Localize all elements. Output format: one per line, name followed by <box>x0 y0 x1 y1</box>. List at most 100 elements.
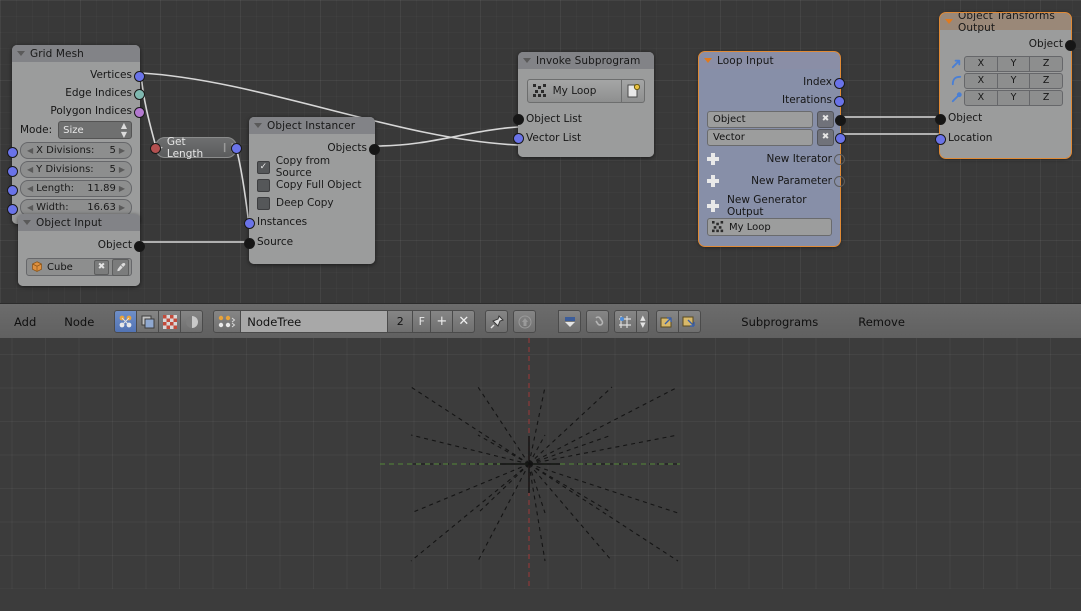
socket-new-iterator[interactable] <box>834 154 845 165</box>
node-object-transforms-output[interactable]: Object Transforms Output Object X Y Z X … <box>935 10 1076 159</box>
checker-texture-icon[interactable] <box>159 310 182 333</box>
fake-user-button[interactable]: F <box>413 310 432 333</box>
new-node-tree-button[interactable]: + <box>431 310 454 333</box>
socket-objects-out[interactable] <box>369 143 380 155</box>
socket-y-divisions[interactable] <box>7 165 18 177</box>
node-loop-input[interactable]: Loop Input Index Iterations Object ✖ Vec… <box>698 51 846 247</box>
arrow-left-icon[interactable]: ◀ <box>27 165 33 174</box>
node-header-object-input[interactable]: Object Input <box>18 214 140 231</box>
checkbox-copy-from-source[interactable]: Copy from Source <box>249 155 375 179</box>
field-x-divisions[interactable]: ◀ X Divisions: 5 ▶ <box>20 142 132 159</box>
object-picker[interactable]: Cube ✖ <box>26 258 132 276</box>
node-get-length[interactable]: ▶ Get Length ❙❙ <box>150 136 242 160</box>
socket-polygon-indices[interactable] <box>134 106 145 118</box>
users-count[interactable]: 2 <box>388 310 414 333</box>
collapse-triangle-icon[interactable] <box>254 123 262 128</box>
node-object-input[interactable]: Object Input Object Cube ✖ <box>18 214 145 286</box>
node-object-instancer[interactable]: Object Instancer Objects Copy from Sourc… <box>244 117 380 264</box>
scale-z-toggle[interactable]: Z <box>1029 89 1064 106</box>
arrow-left-icon[interactable]: ◀ <box>27 203 33 212</box>
loc-z-toggle[interactable]: Z <box>1029 55 1064 72</box>
3d-viewport[interactable] <box>0 338 1081 611</box>
subprogram-button[interactable]: My Loop <box>527 79 622 103</box>
socket-index[interactable] <box>834 77 845 89</box>
field-y-divisions[interactable]: ◀ Y Divisions: 5 ▶ <box>20 161 132 178</box>
node-editor-toolbar[interactable]: Add Node NodeTree 2 F + ✕ ▲ ▼ Subprogram… <box>0 303 1081 340</box>
socket-instances[interactable] <box>244 217 255 229</box>
collapse-triangle-icon[interactable] <box>945 19 953 24</box>
socket-iterations[interactable] <box>834 95 845 107</box>
node-header-grid-mesh[interactable]: Grid Mesh <box>12 45 140 62</box>
arrow-left-icon[interactable]: ◀ <box>27 184 33 193</box>
node-header-object-instancer[interactable]: Object Instancer <box>249 117 375 134</box>
rot-z-toggle[interactable]: Z <box>1029 72 1064 89</box>
rot-x-toggle[interactable]: X <box>964 72 998 89</box>
auto-render-icon[interactable] <box>558 310 582 333</box>
param-name-vector[interactable]: Vector <box>707 128 813 146</box>
arrow-right-icon[interactable]: ▶ <box>119 165 125 174</box>
node-tree-name[interactable]: NodeTree <box>241 310 389 333</box>
socket-vector-list[interactable] <box>513 133 524 144</box>
unlink-node-tree-button[interactable]: ✕ <box>453 310 476 333</box>
socket-object-in[interactable] <box>935 113 946 125</box>
snap-group[interactable]: ▲ ▼ <box>614 310 650 333</box>
node-header-object-transforms-output[interactable]: Object Transforms Output <box>940 10 1071 34</box>
loc-y-toggle[interactable]: Y <box>996 55 1031 72</box>
remove-param-button[interactable]: ✖ <box>817 110 834 128</box>
texture-stack-icon[interactable] <box>137 310 160 333</box>
go-to-parent-icon[interactable] <box>513 310 537 333</box>
socket-param-object[interactable] <box>835 114 846 126</box>
param-name-object[interactable]: Object <box>707 110 813 128</box>
menu-node[interactable]: Node <box>50 315 108 329</box>
use-nodes-icon[interactable] <box>586 310 610 333</box>
socket-new-parameter[interactable] <box>834 176 845 187</box>
arrow-right-icon[interactable]: ▶ <box>119 203 125 212</box>
shading-sphere-icon[interactable] <box>181 310 204 333</box>
arrow-right-icon[interactable]: ▶ <box>119 184 125 193</box>
subprogram-selector[interactable]: My Loop <box>527 79 645 103</box>
clear-object-button[interactable]: ✖ <box>94 259 109 275</box>
socket-get-length-out[interactable] <box>231 143 242 154</box>
menu-subprograms[interactable]: Subprograms <box>727 315 832 329</box>
snap-dropdown-icon[interactable]: ▲ ▼ <box>637 310 650 333</box>
right-icon-group-1[interactable] <box>558 310 582 333</box>
pin-icon[interactable] <box>485 310 509 333</box>
checkbox-icon[interactable] <box>257 178 270 192</box>
socket-location[interactable] <box>935 133 946 145</box>
import-icon[interactable] <box>656 310 680 333</box>
collapse-triangle-icon[interactable] <box>23 220 31 225</box>
scale-y-toggle[interactable]: Y <box>996 89 1031 106</box>
node-invoke-subprogram[interactable]: Invoke Subprogram My Loop Object List Ve… <box>513 52 654 157</box>
socket-edge-indices[interactable] <box>134 88 145 100</box>
plus-icon[interactable] <box>707 174 719 187</box>
socket-length[interactable] <box>7 184 18 196</box>
loc-x-toggle[interactable]: X <box>964 55 998 72</box>
new-subprogram-button[interactable] <box>622 79 645 103</box>
checkbox-icon[interactable] <box>257 196 270 210</box>
new-generator-output-row[interactable]: New Generator Output <box>699 194 840 218</box>
arrow-left-icon[interactable]: ◀ <box>27 146 33 155</box>
remove-param-button[interactable]: ✖ <box>817 128 834 146</box>
collapse-triangle-icon[interactable] <box>704 58 712 63</box>
arrow-right-icon[interactable]: ▶ <box>119 146 125 155</box>
node-tree-selector[interactable]: NodeTree 2 F + ✕ <box>213 310 476 333</box>
loop-subprogram-button[interactable]: My Loop <box>707 218 832 236</box>
node-grid-mesh[interactable]: Grid Mesh Vertices Edge Indices Polygon … <box>7 45 145 224</box>
checkbox-deep-copy[interactable]: Deep Copy <box>249 194 375 212</box>
eyedropper-icon[interactable] <box>112 258 129 276</box>
export-icon[interactable] <box>679 310 702 333</box>
plus-icon[interactable] <box>707 152 719 165</box>
new-iterator-row[interactable]: New Iterator <box>699 149 845 168</box>
snap-icon[interactable] <box>614 310 638 333</box>
socket-vertices[interactable] <box>134 70 145 82</box>
checkbox-copy-full-object[interactable]: Copy Full Object <box>249 176 375 194</box>
collapse-triangle-icon[interactable] <box>523 58 531 63</box>
node-header-loop-input[interactable]: Loop Input <box>699 52 840 69</box>
socket-object-out[interactable] <box>134 240 145 252</box>
import-export-group[interactable] <box>656 310 702 333</box>
mode-dropdown[interactable]: Size ▲ ▼ <box>58 121 132 139</box>
socket-get-length-in[interactable] <box>150 143 161 154</box>
plus-icon[interactable] <box>707 199 719 212</box>
socket-source[interactable] <box>244 237 255 249</box>
menu-remove[interactable]: Remove <box>844 315 919 329</box>
